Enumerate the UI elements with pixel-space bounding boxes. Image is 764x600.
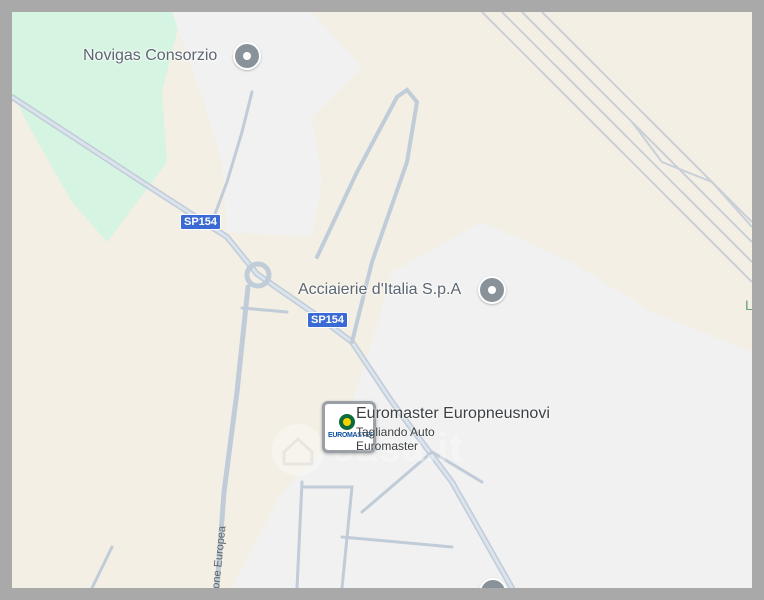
location-pin-icon[interactable]: [478, 276, 506, 304]
map-viewport[interactable]: Novigas Consorzio Acciaierie d'Italia S.…: [12, 12, 752, 588]
road-shield-sp154: SP154: [307, 312, 349, 328]
business-subtitle-1: Tagliando Auto: [356, 425, 435, 439]
watermark: casa.it: [270, 422, 463, 483]
road-shield-sp154: SP154: [180, 214, 222, 230]
poi-label-acciaierie[interactable]: Acciaierie d'Italia S.p.A: [298, 281, 461, 299]
location-pin-icon[interactable]: [233, 42, 261, 70]
railway-line-3: [521, 12, 752, 243]
business-name[interactable]: Euromaster Europneusnovi: [356, 405, 550, 423]
industrial-area-north: [172, 12, 362, 237]
road-minor-left: [90, 545, 114, 588]
house-icon: [272, 424, 324, 476]
railway-line-2: [501, 12, 752, 263]
business-subtitle-2: Euromaster: [356, 439, 419, 453]
euromaster-badge-icon: [339, 414, 355, 430]
road-spur: [240, 306, 289, 314]
map-canvas: [12, 12, 752, 588]
edge-label: L: [745, 297, 752, 313]
poi-label-novigas[interactable]: Novigas Consorzio: [83, 47, 217, 65]
railway-branch: [631, 121, 752, 228]
